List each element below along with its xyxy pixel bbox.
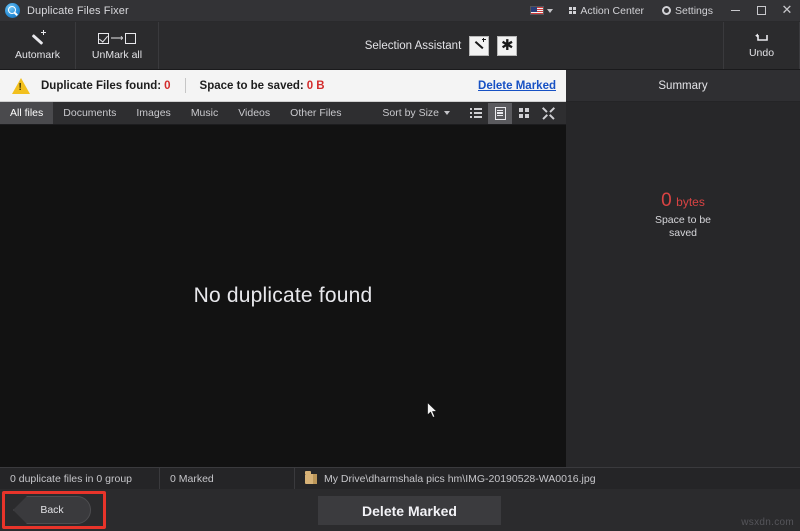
- grid-view-button[interactable]: [512, 103, 536, 124]
- detail-view-button[interactable]: [488, 103, 512, 124]
- list-view-button[interactable]: [464, 103, 488, 124]
- automark-button[interactable]: Automark: [0, 22, 76, 69]
- status-bar: 0 duplicate files in 0 group 0 Marked My…: [0, 467, 800, 489]
- summary-caption-line2: saved: [566, 227, 800, 240]
- checkbox-to-empty-icon: ⟶: [98, 31, 137, 46]
- expand-view-button[interactable]: [536, 103, 560, 124]
- expand-view-icon: [542, 107, 555, 120]
- magic-wand-icon: [29, 31, 46, 46]
- selection-assistant-group: Selection Assistant ✱: [159, 22, 724, 69]
- sort-by-label: Sort by Size: [382, 107, 439, 119]
- undo-label: Undo: [749, 47, 774, 59]
- tab-all-files[interactable]: All files: [0, 102, 53, 124]
- title-bar-right-controls: Action Center Settings ✕: [523, 0, 800, 21]
- asterisk-icon: ✱: [501, 38, 514, 53]
- back-button[interactable]: Back: [13, 496, 91, 524]
- action-center-button[interactable]: Action Center: [560, 0, 653, 21]
- unmark-all-button[interactable]: ⟶ UnMark all: [76, 22, 159, 69]
- summary-space-caption: Space to be saved: [566, 214, 800, 240]
- delete-marked-button[interactable]: Delete Marked: [318, 496, 501, 525]
- title-bar: Duplicate Files Fixer Action Center Sett…: [0, 0, 800, 22]
- close-button[interactable]: ✕: [774, 0, 800, 22]
- left-pane: Duplicate Files found:0 Space to be save…: [0, 70, 566, 467]
- space-saved-value: 0 B: [307, 80, 325, 92]
- tab-videos[interactable]: Videos: [228, 102, 280, 124]
- magnifier-icon: [5, 3, 20, 18]
- duplicate-summary-bar: Duplicate Files found:0 Space to be save…: [0, 70, 566, 102]
- divider: [185, 78, 186, 93]
- minimize-button[interactable]: [722, 0, 748, 22]
- language-selector[interactable]: [523, 6, 560, 15]
- maximize-icon: [757, 6, 766, 15]
- action-center-label: Action Center: [580, 5, 644, 17]
- selection-assistant-label: Selection Assistant: [365, 40, 462, 52]
- action-bar: Back Delete Marked wsxdn.com: [0, 489, 800, 531]
- summary-space-unit: bytes: [676, 195, 705, 209]
- undo-button[interactable]: Undo: [724, 22, 800, 69]
- file-type-tabs: All files Documents Images Music Videos …: [0, 102, 566, 125]
- tab-other-files[interactable]: Other Files: [280, 102, 351, 124]
- duplicate-files-fixer-window: Duplicate Files Fixer Action Center Sett…: [0, 0, 800, 531]
- space-saved-stat: Space to be saved:0 B: [200, 80, 325, 92]
- summary-space-value: 0 bytes: [566, 190, 800, 212]
- chevron-down-icon: [547, 9, 553, 13]
- unmark-all-label: UnMark all: [92, 49, 142, 61]
- folder-icon: [305, 474, 317, 484]
- close-icon: ✕: [782, 4, 793, 17]
- empty-state-message: No duplicate found: [194, 284, 373, 308]
- watermark: wsxdn.com: [741, 517, 794, 528]
- summary-caption-line1: Space to be: [566, 214, 800, 227]
- grid-view-icon: [519, 108, 529, 118]
- body-split: Duplicate Files found:0 Space to be save…: [0, 70, 800, 467]
- undo-arrow-icon: [754, 32, 770, 44]
- status-path-text: My Drive\dharmshala pics hm\IMG-20190528…: [324, 473, 596, 485]
- summary-body: 0 bytes Space to be saved: [566, 102, 800, 467]
- grid-icon: [569, 7, 577, 15]
- window-title: Duplicate Files Fixer: [27, 5, 129, 17]
- summary-space-number: 0: [661, 190, 672, 211]
- magic-wand-icon: [473, 39, 486, 52]
- results-area: No duplicate found: [0, 125, 566, 467]
- warning-triangle-icon: [12, 78, 30, 94]
- duplicates-found-value: 0: [164, 80, 170, 92]
- selection-assistant-asterisk-button[interactable]: ✱: [497, 36, 517, 56]
- mouse-cursor: [427, 402, 439, 420]
- duplicates-found-stat: Duplicate Files found:0: [41, 80, 171, 92]
- tab-documents[interactable]: Documents: [53, 102, 126, 124]
- minimize-icon: [731, 10, 740, 11]
- chevron-down-icon: [444, 111, 450, 115]
- list-view-icon: [470, 108, 482, 118]
- settings-label: Settings: [675, 5, 713, 17]
- view-controls: Sort by Size: [382, 102, 566, 124]
- status-marked-count: 0 Marked: [160, 468, 295, 489]
- summary-panel: Summary 0 bytes Space to be saved: [566, 70, 800, 467]
- status-current-path: My Drive\dharmshala pics hm\IMG-20190528…: [295, 468, 800, 489]
- selection-assistant-wand-button[interactable]: [469, 36, 489, 56]
- back-button-label: Back: [40, 504, 63, 516]
- summary-header: Summary: [566, 70, 800, 102]
- space-saved-label: Space to be saved:: [200, 80, 304, 92]
- main-toolbar: Automark ⟶ UnMark all Selection Assistan…: [0, 22, 800, 70]
- gear-icon: [662, 6, 671, 15]
- automark-label: Automark: [15, 49, 60, 61]
- duplicates-found-label: Duplicate Files found:: [41, 80, 161, 92]
- summary-space-stat: 0 bytes Space to be saved: [566, 190, 800, 240]
- status-duplicates-count: 0 duplicate files in 0 group: [0, 468, 160, 489]
- tab-images[interactable]: Images: [126, 102, 180, 124]
- tab-music[interactable]: Music: [181, 102, 228, 124]
- maximize-button[interactable]: [748, 0, 774, 22]
- delete-marked-link[interactable]: Delete Marked: [478, 80, 556, 92]
- sort-by-dropdown[interactable]: Sort by Size: [382, 107, 464, 119]
- settings-button[interactable]: Settings: [653, 0, 722, 21]
- us-flag-icon: [530, 6, 544, 15]
- detail-view-icon: [495, 107, 506, 120]
